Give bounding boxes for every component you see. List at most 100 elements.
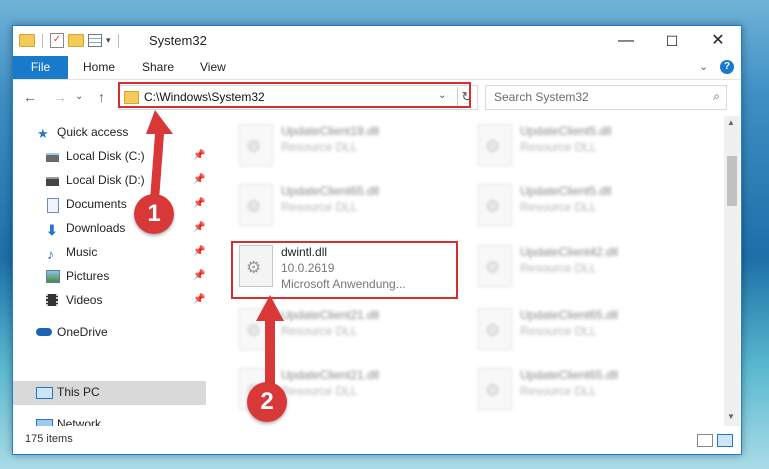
dll-file-icon: ⚙ [478,184,512,226]
step-2-marker: 2 [247,382,287,422]
sidebar-item-label: Downloads [66,221,126,235]
expand-ribbon-icon[interactable]: ⌄ [699,60,708,73]
search-icon[interactable]: ⌕ [713,89,720,104]
dll-file-icon: ⚙ [478,368,512,410]
dll-file-icon: ⚙ [478,124,512,166]
file-name: UpdateClient65.dll [520,368,619,382]
file-tab[interactable]: File [13,56,68,79]
title-bar: ✓ ▾ System32 — ☐ ✕ [13,26,741,56]
tab-view[interactable]: View [200,56,226,79]
pin-icon[interactable]: 📌 [193,294,205,305]
maximize-button[interactable]: ☐ [649,26,695,56]
folder-icon [19,34,35,47]
address-highlight-box [118,82,471,108]
sidebar-item-label: Local Disk (C:) [66,149,145,163]
sidebar-item-label: Documents [66,197,127,211]
sidebar-item-label: Local Disk (D:) [66,173,145,187]
search-input[interactable]: Search System32 [494,90,589,104]
file-name: UpdateClient42.dll [520,245,619,259]
computer-icon [36,387,53,399]
step-1-marker: 1 [134,194,174,234]
drive-icon [46,153,59,162]
sidebar-item-this-pc[interactable]: This PC [13,381,206,405]
forward-button[interactable]: → [53,89,67,105]
sidebar-item-onedrive[interactable]: OneDrive [13,321,206,345]
star-icon: ★ [37,126,49,141]
scroll-down-icon[interactable]: ▼ [727,412,735,421]
new-folder-icon[interactable] [68,34,84,47]
file-description: Resource DLL [520,261,597,275]
sidebar-item-label: OneDrive [57,325,108,339]
details-view-icon[interactable] [697,434,713,447]
dll-file-icon: ⚙ [239,184,273,226]
customize-toolbar-icon[interactable]: ▾ [106,35,111,46]
divider [117,33,119,48]
drive-icon [46,177,59,186]
music-icon: ♪ [47,246,54,262]
scrollbar-thumb[interactable] [727,156,737,206]
dll-file-icon: ⚙ [478,308,512,350]
file-description: Resource DLL [281,140,358,154]
recent-locations-button[interactable]: ⌄ [75,91,83,102]
up-button[interactable]: ↑ [98,89,105,105]
file-description: Resource DLL [520,140,597,154]
file-description: Resource DLL [281,324,358,338]
file-name: UpdateClient65.dll [281,184,380,198]
search-box[interactable]: Search System32 ⌕ [485,85,727,110]
file-item[interactable]: ⚙ UpdateClient5.dll Resource DLL [474,182,704,232]
file-name: UpdateClient21.dll [281,308,380,322]
file-description: Resource DLL [520,324,597,338]
dll-file-icon: ⚙ [478,245,512,287]
sidebar-item-pictures[interactable]: Pictures 📌 [13,265,206,289]
file-name: UpdateClient65.dll [520,308,619,322]
file-item[interactable]: ⚙ UpdateClient42.dll Resource DLL [474,243,704,293]
file-description: Resource DLL [520,384,597,398]
minimize-button[interactable]: — [603,26,649,56]
documents-icon [47,198,59,213]
back-button[interactable]: ← [23,89,37,105]
divider [42,33,43,48]
arrow-up-icon [256,295,284,387]
large-icons-view-icon[interactable] [717,434,733,447]
item-count: 175 items [25,433,73,445]
file-item[interactable]: ⚙ UpdateClient19.dll Resource DLL [235,122,465,172]
sidebar-item-label: Music [66,245,98,259]
quick-access-toolbar: ✓ ▾ [19,33,122,48]
file-highlight-box [231,241,458,299]
file-name: UpdateClient19.dll [281,124,380,138]
cloud-icon [36,328,52,336]
file-description: Resource DLL [281,200,358,214]
file-name: UpdateClient5.dll [520,124,612,138]
status-bar: 175 items [13,426,741,453]
file-item[interactable]: ⚙ UpdateClient65.dll Resource DLL [474,366,704,416]
sidebar-item-label: Videos [66,293,103,307]
file-description: Resource DLL [281,384,358,398]
help-icon[interactable]: ? [720,60,734,74]
file-description: Resource DLL [520,200,597,214]
file-name: UpdateClient5.dll [520,184,612,198]
pictures-icon [46,270,60,283]
properties-icon[interactable] [88,34,102,47]
sidebar-item-label: Pictures [66,269,110,283]
properties-check-icon[interactable]: ✓ [50,33,64,48]
videos-icon [46,294,58,306]
scroll-up-icon[interactable]: ▲ [727,118,735,127]
file-item[interactable]: ⚙ UpdateClient65.dll Resource DLL [235,182,465,232]
file-item[interactable]: ⚙ UpdateClient65.dll Resource DLL [474,306,704,356]
tab-share[interactable]: Share [142,56,174,79]
sidebar-item-videos[interactable]: Videos 📌 [13,289,206,313]
ribbon: File Home Share View ⌄ ? [13,56,741,80]
arrow-up-icon [146,110,173,200]
sidebar-item-label: Quick access [57,125,129,139]
pin-icon[interactable]: 📌 [193,222,205,233]
sidebar-item-music[interactable]: ♪ Music 📌 [13,241,206,265]
sidebar-item-downloads[interactable]: ⬇ Downloads 📌 [13,217,206,241]
pin-icon[interactable]: 📌 [193,246,205,257]
vertical-scrollbar[interactable]: ▲ ▼ [724,116,740,426]
window-title: System32 [149,33,207,48]
close-button[interactable]: ✕ [695,26,741,56]
pin-icon[interactable]: 📌 [193,270,205,281]
sidebar-item-label: This PC [57,385,100,399]
tab-home[interactable]: Home [83,56,115,79]
file-item[interactable]: ⚙ UpdateClient5.dll Resource DLL [474,122,704,172]
